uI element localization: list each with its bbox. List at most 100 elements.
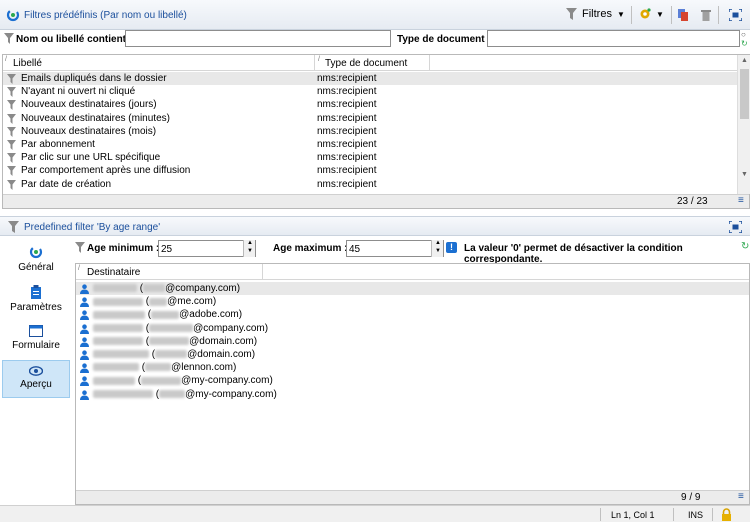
age-min-field[interactable]: 25 ▲ ▼ [158, 240, 256, 257]
list-item[interactable]: Par comportement après une diffusion nms:… [3, 164, 737, 177]
chevron-down-icon: ▼ [656, 9, 664, 19]
user-icon [80, 389, 89, 400]
filter-icon [75, 242, 85, 253]
redacted-email-user [145, 363, 172, 372]
table-row[interactable]: (@adobe.com) [76, 308, 749, 321]
fullscreen-icon[interactable] [729, 9, 742, 21]
status-bar: Ln 1, Col 1 INS [0, 505, 750, 522]
filters-label: Filtres [582, 8, 612, 20]
filter-icon [7, 179, 16, 190]
column-header-label[interactable]: Libellé [13, 58, 42, 69]
menu-icon[interactable]: ≡ [738, 491, 744, 502]
table-row[interactable]: (@domain.com) [76, 335, 749, 348]
age-max-label: Age maximum : [273, 243, 348, 254]
panel-title: Filtres prédéfinis (Par nom ou libellé) [24, 10, 187, 21]
detail-title: Predefined filter 'By age range' [24, 222, 161, 233]
table-row[interactable]: (@me.com) [76, 295, 749, 308]
duplicate-icon[interactable] [677, 8, 689, 22]
refresh-logo-icon [6, 8, 20, 22]
list-item[interactable]: Nouveaux destinataires (jours) nms:recipi… [3, 98, 737, 111]
nav-preview[interactable]: Aperçu [2, 360, 70, 398]
scroll-up-icon[interactable]: ▲ [741, 57, 748, 64]
sort-icon: / [318, 56, 320, 63]
refresh-icon[interactable]: ↻ [741, 241, 749, 252]
filter-icon [566, 8, 577, 20]
scroll-thumb[interactable] [740, 69, 749, 119]
filter-list: / Libellé / Type de document Emails dupl… [2, 54, 750, 209]
sort-icon: / [5, 56, 7, 63]
table-row[interactable]: (@company.com) [76, 322, 749, 335]
nav-general[interactable]: Général [2, 244, 70, 280]
filter-icon [7, 166, 16, 177]
filter-icon [7, 87, 16, 98]
doctype-filter-label: Type de document : [397, 34, 491, 45]
list-count: 23 / 23 [677, 196, 708, 207]
clear-icon[interactable]: ○ [741, 30, 746, 39]
list-footer: 9 / 9 ≡ [76, 490, 749, 504]
refresh-icon[interactable]: ↻ [741, 39, 748, 48]
list-scrollbar[interactable]: ▲ ▼ [737, 55, 750, 194]
filter-icon [4, 33, 14, 44]
redacted-name [93, 323, 143, 332]
top-toolbar: Filtres prédéfinis (Par nom ou libellé) … [0, 0, 750, 30]
recipient-list: / Destinataire (@company.com) (@me.com) … [75, 263, 750, 505]
list-body: (@company.com) (@me.com) (@adobe.com) (@… [76, 282, 749, 402]
list-item[interactable]: Par date de création nms:recipient [3, 178, 737, 191]
age-max-field[interactable]: 45 ▲ ▼ [346, 240, 444, 257]
redacted-name [93, 284, 137, 293]
sort-icon: / [78, 265, 80, 272]
list-header: / Libellé / Type de document [3, 55, 737, 71]
redacted-email-user [141, 376, 182, 385]
user-icon [80, 350, 89, 360]
list-item[interactable]: Emails dupliqués dans le dossier nms:reci… [3, 72, 737, 86]
doctype-filter-input[interactable] [487, 30, 740, 47]
info-text: La valeur '0' permet de désactiver la co… [464, 243, 683, 265]
age-min-label: Age minimum : [87, 243, 160, 254]
table-row[interactable]: (@company.com) [76, 282, 749, 296]
table-row[interactable]: (@lennon.com) [76, 361, 749, 374]
redacted-name [93, 297, 143, 306]
name-filter-input[interactable] [125, 30, 391, 47]
lock-icon [722, 508, 731, 521]
filter-icon [7, 74, 16, 84]
list-item[interactable]: Par clic sur une URL spécifique nms:recip… [3, 151, 737, 164]
redacted-email-user [159, 389, 186, 398]
table-row[interactable]: (@my-company.com) [76, 388, 749, 401]
redacted-email-user [143, 284, 166, 293]
redacted-name [93, 337, 143, 346]
filter-icon [7, 139, 16, 150]
nav-form[interactable]: Formulaire [2, 324, 70, 360]
clipboard-icon [31, 285, 41, 299]
redacted-name [93, 389, 153, 398]
age-max-stepper[interactable]: ▲ ▼ [431, 240, 443, 257]
list-item[interactable]: Nouveaux destinataires (mois) nms:recipie… [3, 125, 737, 138]
detail-sidebar: Général Paramètres Formulaire Aperçu [0, 238, 72, 503]
user-icon [80, 363, 89, 374]
redacted-email-user [149, 337, 190, 346]
filter-icon [8, 221, 19, 233]
search-bar: Nom ou libellé contient : Type de docume… [0, 30, 750, 50]
filter-icon [7, 100, 16, 111]
list-item[interactable]: Par abonnement nms:recipient [3, 138, 737, 151]
nav-parameters[interactable]: Paramètres [2, 284, 70, 320]
scroll-down-icon[interactable]: ▼ [741, 171, 748, 178]
age-min-stepper[interactable]: ▲ ▼ [243, 240, 255, 257]
table-row[interactable]: (@domain.com) [76, 348, 749, 361]
user-icon [80, 337, 89, 347]
filters-dropdown-button[interactable]: Filtres ▼ [566, 8, 625, 20]
fullscreen-icon[interactable] [729, 221, 742, 233]
gear-icon [640, 8, 651, 19]
redacted-email-user [149, 297, 168, 306]
list-count: 9 / 9 [681, 492, 701, 503]
list-item[interactable]: Nouveaux destinataires (minutes) nms:reci… [3, 112, 737, 125]
table-row[interactable]: (@my-company.com) [76, 374, 749, 387]
cursor-position: Ln 1, Col 1 [611, 510, 655, 520]
actions-dropdown-button[interactable]: ▼ [638, 7, 664, 21]
filter-icon [7, 126, 16, 137]
column-header-recipient[interactable]: Destinataire [87, 267, 140, 278]
trash-icon[interactable] [700, 8, 712, 22]
menu-icon[interactable]: ≡ [738, 195, 744, 206]
list-item[interactable]: N'ayant ni ouvert ni cliqué nms:recipient [3, 85, 737, 98]
column-header-doctype[interactable]: Type de document [325, 58, 407, 69]
eye-icon [29, 366, 43, 376]
